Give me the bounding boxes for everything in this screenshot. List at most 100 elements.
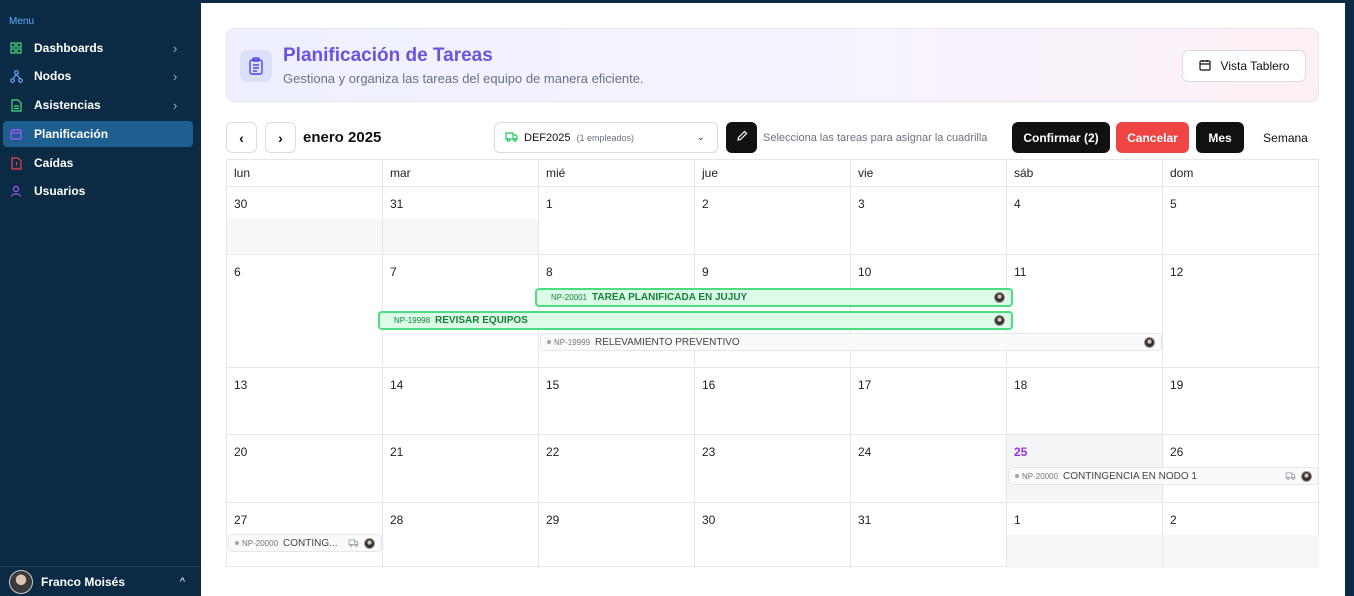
- sidebar-item-label: Usuarios: [34, 184, 86, 198]
- crew-count: (1 empleados): [576, 132, 635, 143]
- sidebar-item-label: Asistencias: [34, 98, 101, 112]
- calendar-day[interactable]: 18: [1007, 368, 1163, 434]
- day-number: 16: [702, 378, 716, 392]
- calendar-day[interactable]: 29: [539, 503, 695, 568]
- day-number: 30: [702, 513, 716, 527]
- event-code: NP-20001: [551, 293, 588, 302]
- calendar-day[interactable]: 13: [227, 368, 383, 434]
- day-number: 19: [1170, 378, 1184, 392]
- calendar-day[interactable]: 24: [851, 435, 1007, 501]
- sidebar-item-asistencias[interactable]: Asistencias ›: [3, 92, 193, 118]
- page-header: Planificación de Tareas Gestiona y organ…: [226, 28, 1319, 102]
- next-month-button[interactable]: ›: [265, 122, 296, 153]
- day-number: 7: [390, 265, 397, 279]
- event-np-19998[interactable]: NP-19998 REVISAR EQUIPOS: [378, 311, 1013, 330]
- calendar-day[interactable]: 15: [539, 368, 695, 434]
- day-number: 31: [858, 513, 872, 527]
- sidebar-item-dashboards[interactable]: Dashboards ›: [3, 35, 193, 61]
- calendar-day[interactable]: 30: [695, 503, 851, 568]
- week-view-button[interactable]: Semana: [1252, 122, 1319, 153]
- day-number: 1: [546, 197, 553, 211]
- calendar-icon: [9, 127, 23, 141]
- day-number: 22: [546, 445, 560, 459]
- file-alert-icon: [9, 156, 23, 170]
- sidebar-item-label: Dashboards: [34, 41, 104, 55]
- sidebar-item-usuarios[interactable]: Usuarios: [3, 178, 193, 204]
- event-code: NP-20000: [1022, 471, 1059, 481]
- event-np-20000-continued[interactable]: NP-20000 CONTING...: [228, 534, 382, 552]
- prev-month-button[interactable]: ‹: [226, 122, 257, 153]
- sidebar-item-nodos[interactable]: Nodos ›: [3, 63, 193, 89]
- sidebar-item-label: Caídas: [34, 156, 74, 170]
- sidebar-item-planificacion[interactable]: Planificación: [3, 121, 193, 147]
- chevron-right-icon: ›: [173, 97, 178, 113]
- menu-title: Menu: [9, 16, 35, 27]
- confirm-button[interactable]: Confirmar (2): [1012, 122, 1110, 153]
- day-number: 21: [390, 445, 404, 459]
- calendar-day[interactable]: 20: [227, 435, 383, 501]
- calendar-day[interactable]: 6: [227, 255, 383, 366]
- event-np-19999[interactable]: NP-19999 RELEVAMIENTO PREVENTIVO: [540, 333, 1162, 351]
- calendar-day[interactable]: 14: [383, 368, 539, 434]
- main-content: Planificación de Tareas Gestiona y organ…: [201, 3, 1345, 596]
- day-number: 14: [390, 378, 404, 392]
- calendar-day[interactable]: 28: [383, 503, 539, 568]
- calendar-day[interactable]: 30: [227, 187, 383, 253]
- day-number: 29: [546, 513, 560, 527]
- user-menu[interactable]: Franco Moisés ^: [0, 566, 201, 596]
- status-dot: [235, 541, 239, 545]
- grid-icon: [9, 41, 23, 55]
- event-np-20000[interactable]: NP-20000 CONTINGENCIA EN NODO 1: [1008, 467, 1319, 485]
- page-title: Planificación de Tareas: [283, 45, 493, 66]
- weekday-label: mié: [539, 160, 695, 186]
- weekday-label: mar: [383, 160, 539, 186]
- day-number: 1: [1014, 513, 1021, 527]
- day-number: 31: [390, 197, 404, 211]
- calendar-day[interactable]: 1: [1007, 503, 1163, 568]
- calendar-day[interactable]: 3: [851, 187, 1007, 253]
- clipboard-icon: [240, 50, 272, 82]
- cancel-button[interactable]: Cancelar: [1116, 122, 1189, 153]
- calendar-day[interactable]: 12: [1163, 255, 1319, 366]
- month-view-button[interactable]: Mes: [1196, 122, 1244, 153]
- day-number: 23: [702, 445, 716, 459]
- document-icon: [9, 98, 23, 112]
- calendar-day[interactable]: 31: [383, 187, 539, 253]
- event-np-20001[interactable]: NP-20001 TAREA PLANIFICADA EN JUJUY: [535, 288, 1013, 307]
- calendar-day[interactable]: 23: [695, 435, 851, 501]
- edit-button[interactable]: [726, 122, 757, 153]
- day-number: 28: [390, 513, 404, 527]
- calendar-day[interactable]: 21: [383, 435, 539, 501]
- calendar-day[interactable]: 1: [539, 187, 695, 253]
- month-calendar: lun mar mié jue vie sáb dom 30 31 1 2 3 …: [226, 159, 1320, 568]
- avatar: [9, 569, 33, 594]
- crew-name: DEF2025: [524, 131, 571, 144]
- crew-select[interactable]: DEF2025 (1 empleados) ⌄: [494, 122, 718, 153]
- calendar-day[interactable]: 2: [1163, 503, 1319, 568]
- calendar-day[interactable]: 16: [695, 368, 851, 434]
- board-view-button[interactable]: Vista Tablero: [1182, 50, 1306, 82]
- day-number: 10: [858, 265, 872, 279]
- calendar-day[interactable]: 4: [1007, 187, 1163, 253]
- calendar-day[interactable]: 19: [1163, 368, 1319, 434]
- user-icon: [9, 184, 23, 198]
- day-number: 15: [546, 378, 560, 392]
- pencil-icon: [736, 129, 748, 147]
- status-dot: [1015, 474, 1019, 478]
- truck-icon: [348, 539, 359, 547]
- calendar-day[interactable]: 31: [851, 503, 1007, 568]
- avatar: [994, 315, 1005, 326]
- calendar-day[interactable]: 22: [539, 435, 695, 501]
- sidebar-item-caidas[interactable]: Caídas: [3, 150, 193, 176]
- weekday-label: vie: [851, 160, 1007, 186]
- calendar-day[interactable]: 5: [1163, 187, 1319, 253]
- status-dot: [547, 340, 551, 344]
- truck-icon: [505, 129, 518, 147]
- weekday-header: lun mar mié jue vie sáb dom: [227, 160, 1320, 186]
- day-number: 30: [234, 197, 248, 211]
- sidebar: Menu Dashboards › Nodos › Asistencias › …: [0, 0, 201, 596]
- calendar-week: 30 31 1 2 3 4 5: [227, 186, 1320, 253]
- calendar-day[interactable]: 2: [695, 187, 851, 253]
- calendar-day[interactable]: 17: [851, 368, 1007, 434]
- calendar-week: 13 14 15 16 17 18 19: [227, 367, 1320, 434]
